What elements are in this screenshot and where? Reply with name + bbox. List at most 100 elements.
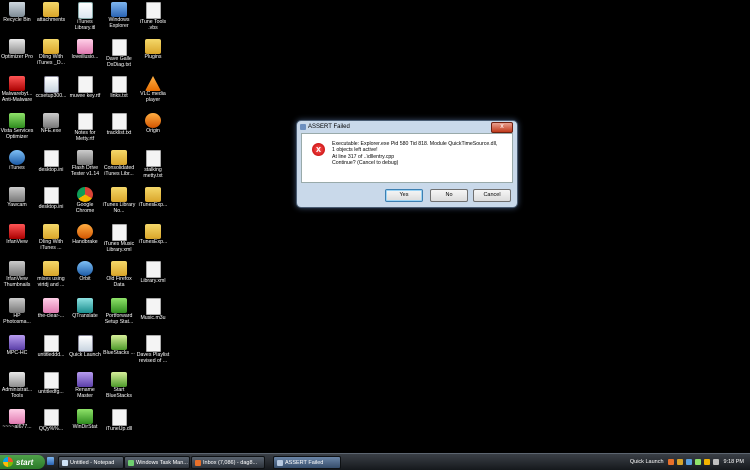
- text-file-icon: [43, 409, 59, 426]
- desktop-icon[interactable]: NFE.exe: [34, 111, 68, 148]
- quick-launch-toolbar-label[interactable]: Quick Launch: [630, 459, 664, 465]
- app-icon: [43, 113, 59, 128]
- tools-icon: [9, 39, 25, 54]
- desktop-icon-label: Notes for Metty.rtf: [74, 130, 96, 142]
- desktop-icon[interactable]: Consolidated iTunes Libr...: [102, 148, 136, 185]
- desktop-icon-label: DIing With iTunes ...: [39, 239, 63, 251]
- desktop-icon[interactable]: Portforward Setup Stat...: [102, 296, 136, 333]
- desktop-icon[interactable]: QTranslate: [68, 296, 102, 333]
- desktop-icon[interactable]: Recycle Bin: [0, 0, 34, 37]
- assert-failed-dialog: ASSERT Failed x x Executable: Explorer.e…: [296, 120, 518, 208]
- desktop-icon[interactable]: Handbrake: [68, 222, 102, 259]
- taskbar-item-inbox[interactable]: Inbox (7,086) - dag8...: [191, 456, 265, 469]
- desktop-icon-label: attachments: [36, 17, 66, 23]
- desktop-icon[interactable]: Library.xml: [136, 259, 170, 296]
- desktop-icon[interactable]: loveillusio...: [68, 37, 102, 74]
- rename-icon: [77, 372, 93, 387]
- desktop-icon-label: mixes using virtdj and ...: [37, 276, 65, 288]
- dialog-titlebar[interactable]: ASSERT Failed: [297, 121, 517, 132]
- desktop-icon[interactable]: IrfanView: [0, 222, 34, 259]
- show-desktop-icon[interactable]: [47, 457, 54, 465]
- desktop-icon[interactable]: Old Firefox Data: [102, 259, 136, 296]
- desktop-icon-label: MPC-HC: [6, 350, 28, 356]
- desktop-icon[interactable]: MPC-HC: [0, 333, 34, 370]
- firefox-tray-icon[interactable]: [667, 459, 674, 465]
- desktop-icon[interactable]: Vista Services Optimizer: [0, 111, 34, 148]
- desktop-icon[interactable]: attachments: [34, 0, 68, 37]
- text-file-icon: [145, 150, 161, 167]
- desktop-icon[interactable]: Administrat... Tools: [0, 370, 34, 407]
- desktop-icon[interactable]: Yawcam: [0, 185, 34, 222]
- system-tray: Quick Launch 9:18 PM: [630, 455, 750, 469]
- desktop-icon[interactable]: Plugins: [136, 37, 170, 74]
- desktop-icon[interactable]: ccsetup300...: [34, 74, 68, 111]
- desktop-icon[interactable]: BlueStacks ...: [102, 333, 136, 370]
- desktop-icon[interactable]: DIing With iTunes _D...: [34, 37, 68, 74]
- desktop-icon[interactable]: HP Photosma...: [0, 296, 34, 333]
- desktop-icon[interactable]: iTunes Library.itl: [68, 0, 102, 37]
- desktop-icon[interactable]: QQy%%...: [34, 407, 68, 444]
- desktop-icon[interactable]: iTunes Music Library.xml: [102, 222, 136, 259]
- no-button[interactable]: No: [430, 189, 468, 202]
- desktop-icon-label: iTunesExp...: [138, 202, 168, 208]
- desktop-icon[interactable]: mixes using virtdj and ...: [34, 259, 68, 296]
- desktop-icon[interactable]: Notes for Metty.rtf: [68, 111, 102, 148]
- desktop-icon[interactable]: Origin: [136, 111, 170, 148]
- volume-tray-icon[interactable]: [712, 459, 719, 465]
- desktop-icon[interactable]: the-clear-...: [34, 296, 68, 333]
- start-button[interactable]: start: [0, 455, 45, 469]
- desktop-icon[interactable]: DIing With iTunes ...: [34, 222, 68, 259]
- desktop-icon[interactable]: iTune Tools .vbs: [136, 0, 170, 37]
- taskbar-item-assert-failed[interactable]: ASSERT Failed: [273, 456, 341, 469]
- app-tray-icon[interactable]: [694, 459, 701, 465]
- desktop-icon[interactable]: Malwarebyt... Anti-Malware: [0, 74, 34, 111]
- installer-icon: [43, 76, 59, 93]
- desktop-icon[interactable]: tracklist.txt: [102, 111, 136, 148]
- desktop-icon[interactable]: Rename Master: [68, 370, 102, 407]
- close-icon[interactable]: x: [491, 122, 513, 133]
- desktop-icon[interactable]: ~~~~al677...: [0, 407, 34, 444]
- taskbar-clock[interactable]: 9:18 PM: [724, 459, 744, 465]
- desktop-icon-label: iTunesExp...: [138, 239, 168, 245]
- desktop-icon[interactable]: Google Chrome: [68, 185, 102, 222]
- network-tray-icon[interactable]: [685, 459, 692, 465]
- desktop-icon[interactable]: Flash Drive Tester v1.14: [68, 148, 102, 185]
- desktop-icon[interactable]: iTunesExp...: [136, 222, 170, 259]
- desktop-icon[interactable]: Windows Explorer: [102, 0, 136, 37]
- desktop-icon[interactable]: VLC media player: [136, 74, 170, 111]
- dll-file-icon: [111, 409, 127, 426]
- taskbar-item-label: ASSERT Failed: [285, 459, 324, 466]
- folder-tray-icon[interactable]: [676, 459, 683, 465]
- origin-icon: [145, 113, 161, 128]
- desktop-icon[interactable]: IrfanView Thumbnails: [0, 259, 34, 296]
- desktop-icon[interactable]: Orbit: [68, 259, 102, 296]
- desktop-icon[interactable]: iTunes: [0, 148, 34, 185]
- desktop-icon-label: iTuneUp.dll: [105, 426, 133, 432]
- folder-icon: [43, 261, 59, 276]
- desktop-icon[interactable]: WinDirStat: [68, 407, 102, 444]
- desktop[interactable]: Recycle Bin attachments iTunes Library.itl…: [0, 0, 750, 453]
- desktop-icon[interactable]: untitledfg...: [34, 370, 68, 407]
- desktop-icon[interactable]: stalking metty.txt: [136, 148, 170, 185]
- yes-button[interactable]: Yes: [385, 189, 423, 202]
- desktop-icon[interactable]: Daves Playlist revised of ...: [136, 333, 170, 370]
- desktop-icon[interactable]: iTunesExp...: [136, 185, 170, 222]
- desktop-icon[interactable]: links.txt: [102, 74, 136, 111]
- desktop-icon[interactable]: iTunes Library No...: [102, 185, 136, 222]
- desktop-icon[interactable]: Music.m3u: [136, 296, 170, 333]
- desktop-icon-label: Handbrake: [72, 239, 98, 245]
- cancel-button[interactable]: Cancel: [473, 189, 511, 202]
- taskbar-item-notepad[interactable]: Untitled - Notepad: [58, 456, 124, 469]
- desktop-icon[interactable]: Optimizer Pro: [0, 37, 34, 74]
- desktop-icon[interactable]: Dave Galle DxDiag.txt: [102, 37, 136, 74]
- desktop-icon[interactable]: desktop.ini: [34, 185, 68, 222]
- desktop-icon[interactable]: Quick Launch: [68, 333, 102, 370]
- desktop-icon[interactable]: iTuneUp.dll: [102, 407, 136, 444]
- desktop-icon[interactable]: muvee key.rtf: [68, 74, 102, 111]
- desktop-icon[interactable]: untitleddd...: [34, 333, 68, 370]
- desktop-icon[interactable]: desktop.ini: [34, 148, 68, 185]
- taskbar-item-task-manager[interactable]: Windows Task Man...: [124, 456, 190, 469]
- desktop-icon-label: iTunes Library No...: [102, 202, 136, 214]
- warning-tray-icon[interactable]: [703, 459, 710, 465]
- desktop-icon[interactable]: Start BlueStacks: [102, 370, 136, 407]
